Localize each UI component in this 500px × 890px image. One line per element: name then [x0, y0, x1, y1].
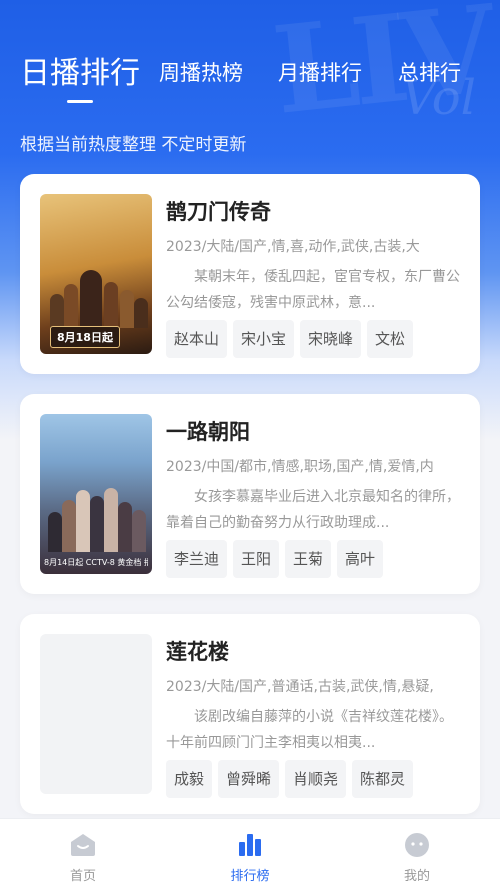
cast-chip[interactable]: 李兰迪 — [166, 540, 228, 578]
nav-home[interactable]: 首页 — [0, 819, 166, 890]
active-tab-indicator — [67, 100, 93, 103]
nav-ranking[interactable]: 排行榜 — [167, 819, 333, 890]
cast-chip[interactable]: 成毅 — [166, 760, 213, 798]
drama-title: 一路朝阳 — [166, 420, 250, 444]
chart-icon — [236, 831, 264, 861]
drama-card[interactable]: 8月18日起 鹊刀门传奇 2023/大陆/国产,情,喜,动作,武侠,古装,大 某… — [20, 174, 480, 374]
cast-list: 成毅 曾舜晞 肖顺尧 陈都灵 — [166, 760, 419, 798]
cast-chip[interactable]: 文松 — [367, 320, 414, 358]
tab-overall[interactable]: 总排行 — [398, 57, 461, 87]
page-subtitle: 根据当前热度整理 不定时更新 — [20, 135, 247, 155]
cast-chip[interactable]: 王阳 — [233, 540, 280, 578]
cast-chip[interactable]: 肖顺尧 — [285, 760, 347, 798]
poster-figures — [46, 482, 146, 552]
bottom-navigation: 首页 排行榜 我的 — [0, 818, 500, 890]
cast-chip[interactable]: 赵本山 — [166, 320, 228, 358]
ranking-tabs: 日播排行 周播热榜 月播排行 总排行 — [20, 48, 480, 108]
cast-list: 赵本山 宋小宝 宋晓峰 文松 — [166, 320, 419, 358]
drama-meta: 2023/大陆/国产,情,喜,动作,武侠,古装,大 — [166, 239, 420, 255]
cast-chip[interactable]: 宋小宝 — [233, 320, 295, 358]
poster-date: 8月18日起 — [50, 326, 120, 348]
nav-profile[interactable]: 我的 — [334, 819, 500, 890]
drama-description: 某朝末年，倭乱四起，宦官专权，东厂曹公公勾结倭寇，残害中原武林，意... — [166, 269, 460, 311]
drama-poster: 8月14日起 CCTV-8 黄金档 播出 — [40, 414, 152, 574]
tab-monthly[interactable]: 月播排行 — [278, 57, 362, 87]
poster-figures — [46, 268, 148, 328]
drama-title: 莲花楼 — [166, 640, 229, 664]
drama-card[interactable]: 莲花楼 2023/大陆/国产,普通话,古装,武侠,情,悬疑, 该剧改编自藤萍的小… — [20, 614, 480, 814]
nav-profile-label: 我的 — [403, 869, 430, 884]
nav-ranking-label: 排行榜 — [230, 869, 270, 884]
cast-chip[interactable]: 陈都灵 — [352, 760, 414, 798]
drama-poster: 8月18日起 — [40, 194, 152, 354]
cast-list: 李兰迪 王阳 王菊 高叶 — [166, 540, 389, 578]
drama-card[interactable]: 8月14日起 CCTV-8 黄金档 播出 一路朝阳 2023/中国/都市,情感,… — [20, 394, 480, 594]
cast-chip[interactable]: 曾舜晞 — [218, 760, 280, 798]
tab-weekly[interactable]: 周播热榜 — [159, 57, 243, 87]
poster-broadcast-info: 8月14日起 CCTV-8 黄金档 播出 — [44, 558, 148, 567]
drama-title: 鹊刀门传奇 — [166, 200, 271, 224]
cast-chip[interactable]: 宋晓峰 — [300, 320, 362, 358]
drama-description: 该剧改编自藤萍的小说《吉祥纹莲花楼》。十年前四顾门门主李相夷以相夷... — [166, 709, 453, 751]
drama-meta: 2023/大陆/国产,普通话,古装,武侠,情,悬疑, — [166, 679, 434, 695]
drama-meta: 2023/中国/都市,情感,职场,国产,情,爱情,内 — [166, 459, 434, 475]
nav-home-label: 首页 — [69, 869, 96, 884]
tab-daily[interactable]: 日播排行 — [20, 48, 140, 92]
profile-icon — [403, 831, 431, 863]
cast-chip[interactable]: 王菊 — [285, 540, 332, 578]
home-icon — [69, 831, 97, 861]
drama-poster-placeholder — [40, 634, 152, 794]
drama-description: 女孩李慕嘉毕业后进入北京最知名的律所，靠着自己的勤奋努力从行政助理成... — [166, 489, 460, 531]
cast-chip[interactable]: 高叶 — [337, 540, 384, 578]
